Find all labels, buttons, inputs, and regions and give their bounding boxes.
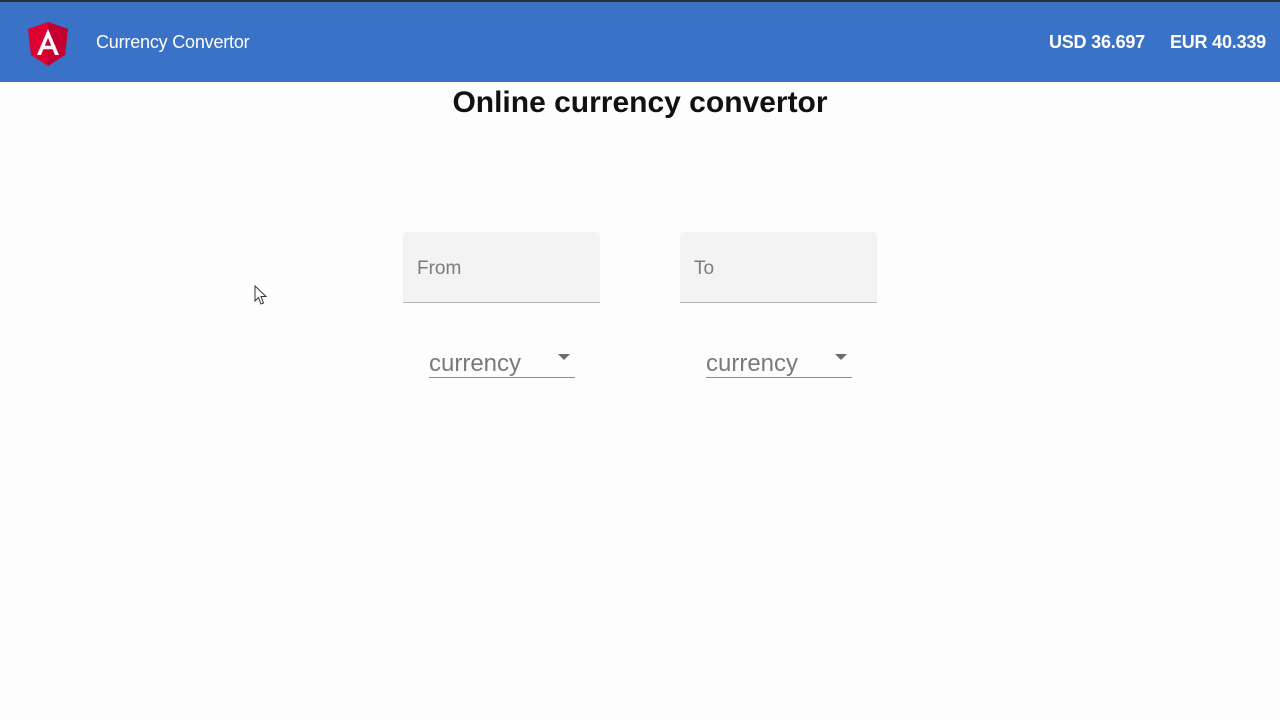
page-title: Online currency convertor: [452, 86, 828, 119]
to-amount-input[interactable]: [694, 258, 859, 280]
mouse-cursor-icon: [254, 285, 268, 305]
to-amount-field[interactable]: [680, 232, 877, 303]
to-currency-value: currency: [706, 350, 799, 377]
app-title: Currency Convertor: [96, 32, 250, 52]
angular-logo-icon[interactable]: [28, 22, 68, 66]
app-toolbar: Currency Convertor USD 36.697 EUR 40.339: [0, 0, 1280, 82]
from-currency-select[interactable]: currency: [429, 346, 575, 378]
usd-rate: USD 36.697: [1048, 32, 1145, 52]
dropdown-arrow-icon: [558, 354, 570, 360]
eur-rate: EUR 40.339: [1169, 32, 1266, 52]
from-amount-field[interactable]: [403, 232, 600, 303]
from-amount-input[interactable]: [417, 258, 582, 280]
to-currency-select[interactable]: currency: [706, 346, 852, 378]
dropdown-arrow-icon: [835, 354, 847, 360]
from-currency-value: currency: [429, 350, 522, 377]
